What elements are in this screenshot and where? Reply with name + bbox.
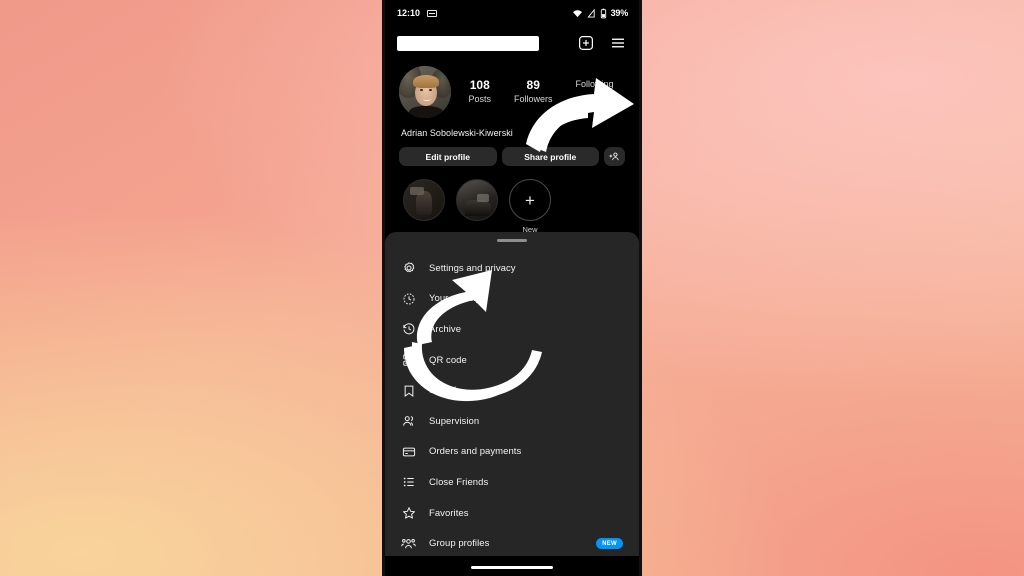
menu-item-qr-code[interactable]: QR code [385,345,639,376]
battery-percent: 39% [610,8,629,18]
menu-list: Settings and privacy Your activity Archi… [385,242,639,559]
profile-top-bar [385,26,639,60]
supervision-people-icon [401,414,416,429]
profile-display-name: Adrian Sobolewski-Kiwerski [401,128,513,138]
stat-followers[interactable]: 89 Followers [514,78,553,106]
menu-item-settings-and-privacy[interactable]: Settings and privacy [385,253,639,284]
username-redacted[interactable] [397,35,539,51]
story-highlight-new[interactable]: + New [509,179,551,234]
battery-icon [600,8,606,18]
phone-screen: 12:10 39% 108 Posts 89 Followers Followi… [385,0,639,576]
add-person-button[interactable] [604,147,625,166]
menu-item-label: Group profiles [429,538,490,550]
stat-posts[interactable]: 108 Posts [468,78,491,106]
story-highlight-1 [403,179,445,221]
phone-bezel-right [639,0,642,576]
share-profile-button[interactable]: Share profile [501,147,599,166]
profile-actions: Edit profile Share profile [385,138,639,166]
archive-clock-icon [401,322,416,337]
profile-stats: 108 Posts 89 Followers Following [451,78,625,106]
signal-icon [586,8,595,18]
add-person-icon [609,152,619,161]
edit-profile-button[interactable]: Edit profile [399,147,497,166]
menu-item-label: Settings and privacy [429,262,516,274]
story-highlight-2 [456,179,498,221]
menu-item-favorites[interactable]: Favorites [385,498,639,529]
menu-item-archive[interactable]: Archive [385,314,639,345]
story-highlight-item-1[interactable] [456,179,498,234]
phone-bezel-left [382,0,385,576]
menu-item-close-friends[interactable]: Close Friends [385,467,639,498]
bookmark-icon [401,383,416,398]
story-highlights: + New [385,166,639,234]
menu-item-label: Saved [429,385,457,397]
menu-item-label: Supervision [429,415,480,427]
menu-item-supervision[interactable]: Supervision [385,406,639,437]
profile-header: 108 Posts 89 Followers Following [385,60,639,118]
menu-item-label: Orders and payments [429,446,522,458]
menu-item-orders-and-payments[interactable]: Orders and payments [385,437,639,468]
phone-screenshot: 12:10 39% 108 Posts 89 Followers Followi… [382,0,642,576]
credit-card-icon [401,444,416,459]
story-highlight-item-0[interactable] [403,179,445,234]
star-icon [401,506,416,521]
menu-item-label: Favorites [429,507,469,519]
hamburger-menu-icon[interactable] [609,34,627,52]
menu-item-your-activity[interactable]: Your activity [385,284,639,315]
avatar[interactable] [399,66,451,118]
menu-item-saved[interactable]: Saved [385,375,639,406]
list-icon [401,475,416,490]
group-profiles-icon [401,536,416,551]
wifi-icon [572,9,582,17]
stat-following-label: Following [575,79,614,89]
clock-activity-icon [401,291,416,306]
home-indicator [471,566,553,569]
menu-item-group-profiles[interactable]: Group profiles NEW [385,528,639,559]
stat-posts-label: Posts [468,94,491,104]
stat-followers-label: Followers [513,94,553,104]
plus-square-icon[interactable] [577,34,595,52]
menu-item-label: Close Friends [429,476,489,488]
plus-icon: + [509,179,551,221]
gear-icon [401,261,416,276]
stat-followers-value: 89 [526,78,540,92]
stat-posts-value: 108 [469,78,490,92]
status-bar-time: 12:10 [397,8,421,18]
menu-item-label: Your activity [429,293,481,305]
menu-item-label: Archive [429,323,462,335]
status-badge: NEW [596,538,623,550]
status-bar: 12:10 39% [385,0,639,26]
qr-code-icon [401,353,416,368]
menu-bottom-sheet: Settings and privacy Your activity Archi… [385,232,639,576]
stat-following[interactable]: Following [575,78,613,106]
keyboard-icon [427,9,438,17]
menu-item-label: QR code [429,354,467,366]
